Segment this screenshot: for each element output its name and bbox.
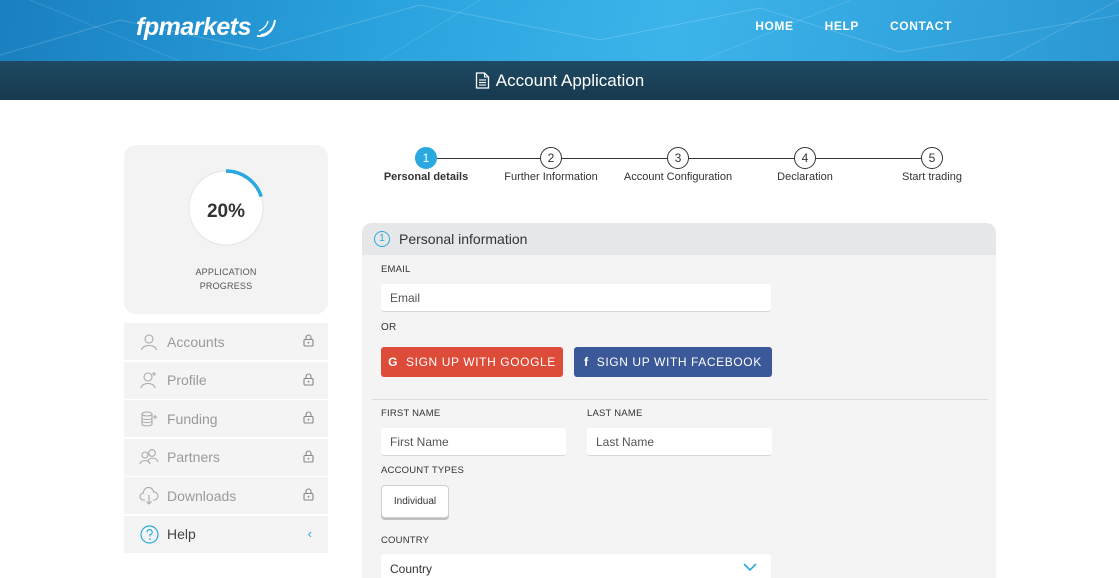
section-number-badge: 1 [374, 231, 390, 247]
lock-icon [303, 411, 314, 424]
sidebar-item-label: Profile [167, 372, 207, 388]
section-title: Personal information [399, 231, 528, 247]
country-select[interactable]: Country [381, 554, 771, 578]
step-1-label: Personal details [383, 171, 469, 183]
facebook-signup-button[interactable]: f SIGN UP WITH FACEBOOK [574, 347, 772, 377]
stepper-connector [562, 158, 667, 159]
logo-swoosh-icon [256, 19, 276, 37]
email-label: EMAIL [381, 264, 411, 275]
sidebar-item-label: Funding [167, 410, 218, 427]
chevron-left-icon: ‹ [307, 525, 312, 541]
google-signup-button[interactable]: G SIGN UP WITH GOOGLE [381, 347, 563, 377]
step-1-circle[interactable]: 1 [415, 147, 437, 169]
first-name-field[interactable] [381, 428, 566, 456]
users-icon [139, 447, 159, 467]
fpmarkets-logo[interactable]: fpmarkets [136, 13, 279, 42]
sidebar-item-label: Downloads [167, 487, 237, 504]
question-circle-icon [139, 524, 159, 544]
first-name-label: FIRST NAME [381, 408, 441, 419]
country-select-value: Country [390, 562, 433, 576]
last-name-label: LAST NAME [587, 408, 643, 419]
sidebar-item-downloads[interactable]: Downloads [124, 477, 328, 514]
document-icon [475, 72, 489, 89]
progress-label-line1: APPLICATION [195, 267, 257, 277]
user-plus-icon [139, 370, 159, 390]
step-3-circle[interactable]: 3 [667, 147, 689, 169]
application-stepper: 1 Personal details 2 Further Information… [380, 147, 970, 187]
stepper-connector [689, 158, 794, 159]
lock-icon [303, 372, 314, 386]
lock-icon [303, 449, 314, 463]
step-5-label: Start trading [902, 171, 962, 183]
or-separator: OR [381, 322, 397, 333]
step-3-label: Account Configuration [623, 171, 733, 183]
step-2-circle[interactable]: 2 [540, 147, 562, 169]
application-progress-card: 20% APPLICATION PROGRESS [124, 145, 328, 314]
sidebar-item-partners[interactable]: Partners [124, 438, 328, 476]
page-title: Account Application [495, 70, 645, 90]
lock-icon [303, 334, 314, 347]
lock-icon [303, 488, 314, 501]
step-4-circle[interactable]: 4 [794, 147, 816, 169]
account-types-label: ACCOUNT TYPES [381, 465, 465, 476]
google-icon: G [388, 355, 399, 369]
coins-icon [139, 409, 159, 429]
chevron-down-icon [743, 563, 757, 572]
stepper-connector [437, 158, 540, 159]
email-field[interactable] [381, 284, 771, 312]
personal-information-panel: 1 Personal information EMAIL OR G SIGN U… [362, 223, 996, 578]
step-5-circle[interactable]: 5 [921, 147, 943, 169]
sidebar-item-label: Partners [167, 449, 220, 465]
page-title-bar: Account Application [0, 61, 1119, 100]
sidebar-item-label: Accounts [167, 333, 225, 350]
nav-home-link[interactable]: HOME [755, 19, 793, 33]
nav-help-link[interactable]: HELP [825, 19, 859, 33]
panel-header: 1 Personal information [362, 223, 996, 255]
sidebar-item-funding[interactable]: Funding [124, 400, 328, 437]
account-type-individual-option[interactable]: Individual [381, 485, 449, 518]
sidebar-item-label: Help [167, 526, 196, 542]
progress-label: APPLICATION PROGRESS [124, 265, 328, 293]
facebook-icon: f [584, 355, 589, 369]
logo-text: fpmarkets [136, 13, 252, 41]
sidebar-item-profile[interactable]: Profile [124, 361, 328, 399]
progress-label-line2: PROGRESS [199, 281, 253, 291]
google-signup-label: SIGN UP WITH GOOGLE [406, 355, 556, 369]
sidebar-menu: Accounts Profile Funding Partners Downlo… [124, 323, 328, 554]
last-name-field[interactable] [587, 428, 772, 456]
country-label: COUNTRY [381, 535, 430, 546]
top-header: fpmarkets HOME HELP CONTACT [0, 0, 1119, 61]
stepper-connector [816, 158, 921, 159]
step-2-label: Further Information [504, 171, 598, 183]
user-icon [139, 332, 159, 352]
sidebar-item-help[interactable]: Help ‹ [124, 515, 328, 553]
cloud-download-icon [139, 486, 159, 506]
section-divider [372, 399, 988, 400]
sidebar-item-accounts[interactable]: Accounts [124, 323, 328, 360]
step-4-label: Declaration [777, 171, 833, 183]
top-nav: HOME HELP CONTACT [755, 19, 952, 33]
facebook-signup-label: SIGN UP WITH FACEBOOK [596, 355, 762, 369]
nav-contact-link[interactable]: CONTACT [890, 19, 952, 33]
progress-percent: 20% [206, 201, 246, 222]
